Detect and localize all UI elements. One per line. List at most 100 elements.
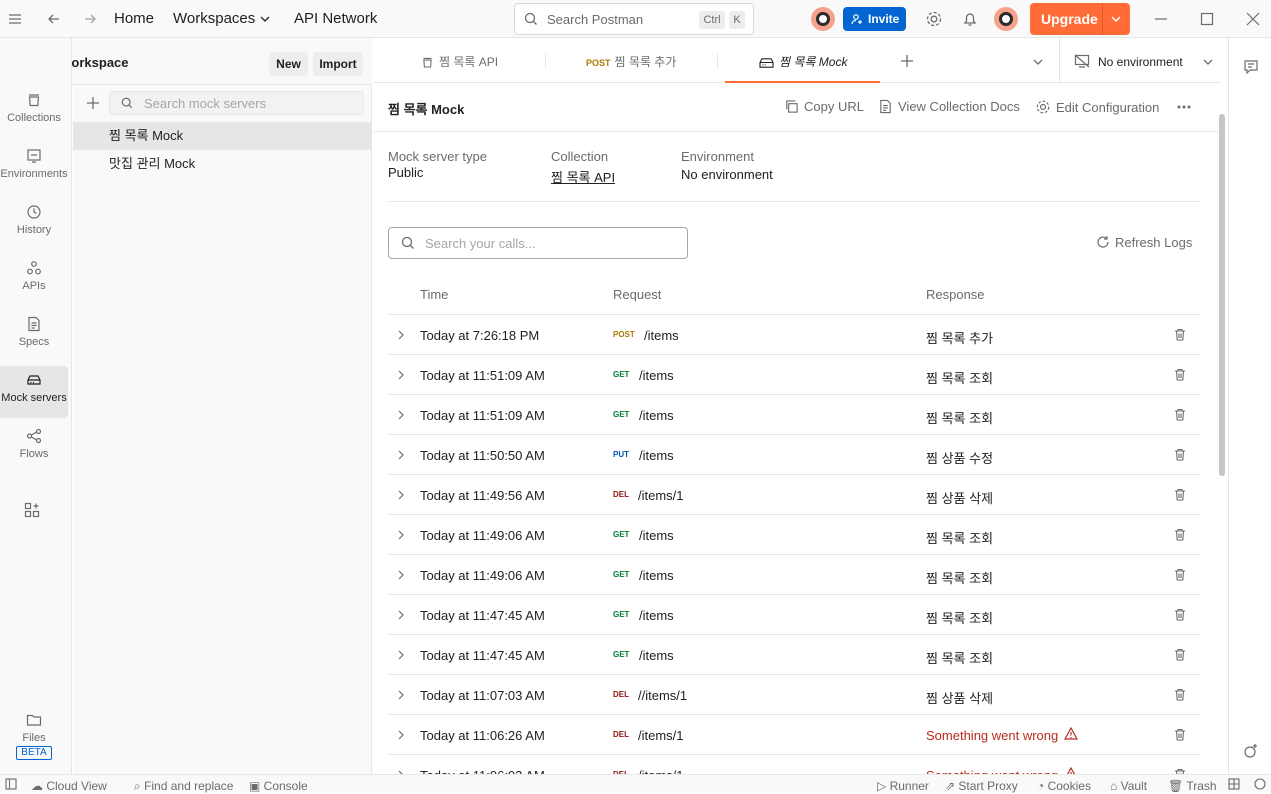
upgrade-chevron-down-icon[interactable] bbox=[1110, 13, 1122, 25]
mock-search-placeholder: Search mock servers bbox=[144, 96, 267, 111]
edit-configuration-button[interactable]: Edit Configuration bbox=[1035, 99, 1159, 115]
more-options-ellipsis-icon[interactable] bbox=[1176, 104, 1192, 110]
row-method: GET bbox=[613, 570, 630, 579]
documentation-comment-icon[interactable] bbox=[1243, 59, 1259, 75]
expand-chevron-right-icon[interactable] bbox=[396, 330, 406, 340]
upgrade-button[interactable]: Upgrade bbox=[1030, 3, 1130, 35]
runner-button[interactable]: ▷ Runner bbox=[877, 779, 929, 793]
toggle-sidebar-icon[interactable] bbox=[5, 778, 17, 790]
nav-environments[interactable]: Environments bbox=[0, 142, 68, 194]
main-scrollbar[interactable] bbox=[1218, 84, 1227, 774]
table-row[interactable]: Today at 11:49:56 AM DEL/items/1 찜 상품 삭제 bbox=[388, 474, 1200, 514]
trash-button[interactable]: 🗑︎ Trash bbox=[1168, 779, 1217, 793]
window-minimize-icon[interactable] bbox=[1153, 11, 1169, 27]
table-row[interactable]: Today at 11:06:26 AM DEL/items/1 Something… bbox=[388, 714, 1200, 754]
copy-url-button[interactable]: Copy URL bbox=[784, 99, 864, 114]
delete-trash-icon[interactable] bbox=[1174, 448, 1186, 461]
sidebar-item-mock-1[interactable]: 찜 목록 Mock bbox=[73, 122, 371, 150]
delete-trash-icon[interactable] bbox=[1174, 688, 1186, 701]
delete-trash-icon[interactable] bbox=[1174, 528, 1186, 541]
delete-trash-icon[interactable] bbox=[1174, 408, 1186, 421]
nav-apis[interactable]: APIs bbox=[0, 254, 68, 306]
expand-chevron-right-icon[interactable] bbox=[396, 730, 406, 740]
table-row[interactable]: Today at 11:47:45 AM GET/items 찜 목록 조회 bbox=[388, 634, 1200, 674]
upgrade-label: Upgrade bbox=[1041, 11, 1098, 27]
configure-sidebar-grid-icon[interactable] bbox=[24, 502, 40, 518]
invite-button[interactable]: Invite bbox=[843, 7, 906, 31]
collection-link[interactable]: 찜 목록 API bbox=[551, 167, 615, 186]
delete-trash-icon[interactable] bbox=[1174, 328, 1186, 341]
table-row[interactable]: Today at 11:51:09 AM GET/items 찜 목록 조회 bbox=[388, 354, 1200, 394]
settings-gear-icon[interactable] bbox=[925, 10, 943, 28]
user-avatar[interactable] bbox=[994, 7, 1018, 31]
table-row[interactable]: Today at 11:51:09 AM GET/items 찜 목록 조회 bbox=[388, 394, 1200, 434]
environment-selector[interactable]: No environment bbox=[1059, 38, 1221, 83]
expand-chevron-right-icon[interactable] bbox=[396, 610, 406, 620]
scrollbar-thumb[interactable] bbox=[1219, 114, 1225, 476]
console-button[interactable]: ▣ Console bbox=[249, 779, 308, 793]
expand-chevron-right-icon[interactable] bbox=[396, 650, 406, 660]
forward-arrow-icon[interactable] bbox=[82, 11, 98, 27]
view-collection-docs-button[interactable]: View Collection Docs bbox=[878, 99, 1020, 114]
delete-trash-icon[interactable] bbox=[1174, 368, 1186, 381]
nav-history[interactable]: History bbox=[0, 198, 68, 250]
refresh-logs-button[interactable]: Refresh Logs bbox=[1096, 235, 1192, 250]
delete-trash-icon[interactable] bbox=[1174, 568, 1186, 581]
vault-button[interactable]: ⌂ Vault bbox=[1110, 779, 1147, 793]
table-row[interactable]: Today at 11:50:50 AM PUT/items 찜 상품 수정 bbox=[388, 434, 1200, 474]
new-tab-plus-icon[interactable] bbox=[900, 54, 914, 68]
expand-chevron-right-icon[interactable] bbox=[396, 490, 406, 500]
nav-home[interactable]: Home bbox=[114, 10, 154, 27]
delete-trash-icon[interactable] bbox=[1174, 728, 1186, 741]
table-row[interactable]: Today at 7:26:18 PM POST/items 찜 목록 추가 bbox=[388, 314, 1200, 354]
cloud-view-button[interactable]: ☁ Cloud View bbox=[31, 779, 107, 793]
nav-specs[interactable]: Specs bbox=[0, 310, 68, 362]
tab-request[interactable]: POST 찜 목록 추가 bbox=[586, 38, 676, 83]
search-icon bbox=[121, 97, 133, 109]
help-question-icon[interactable] bbox=[1254, 778, 1266, 790]
expand-chevron-right-icon[interactable] bbox=[396, 410, 406, 420]
calls-search-input[interactable]: Search your calls... bbox=[388, 227, 688, 259]
expand-chevron-right-icon[interactable] bbox=[396, 450, 406, 460]
menu-icon[interactable] bbox=[7, 11, 23, 27]
table-row[interactable]: Today at 11:47:45 AM GET/items 찜 목록 조회 bbox=[388, 594, 1200, 634]
two-pane-view-icon[interactable] bbox=[1228, 778, 1240, 790]
new-button[interactable]: New bbox=[269, 52, 308, 76]
team-avatar[interactable] bbox=[811, 7, 835, 31]
nav-workspaces[interactable]: Workspaces bbox=[173, 10, 255, 27]
window-maximize-icon[interactable] bbox=[1199, 11, 1215, 27]
delete-trash-icon[interactable] bbox=[1174, 488, 1186, 501]
help-sparkle-icon[interactable] bbox=[1243, 743, 1259, 759]
table-row[interactable]: Today at 11:07:03 AM DEL //items/1 찜 상품 삭제 bbox=[388, 674, 1200, 714]
sidebar-item-mock-2[interactable]: 맛집 관리 Mock bbox=[73, 150, 371, 178]
import-button[interactable]: Import bbox=[313, 52, 363, 76]
table-row[interactable]: Today at 11:06:03 AMDEL/items/1Something… bbox=[388, 754, 1200, 774]
table-row[interactable]: Today at 11:49:06 AM GET/items 찜 목록 조회 bbox=[388, 514, 1200, 554]
delete-trash-icon[interactable] bbox=[1174, 608, 1186, 621]
tabs-dropdown-chevron-icon[interactable] bbox=[1032, 56, 1044, 68]
start-proxy-button[interactable]: ⇗ Start Proxy bbox=[945, 779, 1018, 793]
row-response: 찜 목록 조회 bbox=[926, 371, 994, 386]
notifications-bell-icon[interactable] bbox=[961, 10, 979, 28]
expand-chevron-right-icon[interactable] bbox=[396, 530, 406, 540]
global-search[interactable]: Search Postman Ctrl K bbox=[514, 3, 754, 35]
add-mock-plus-icon[interactable] bbox=[85, 95, 101, 111]
nav-flows[interactable]: Flows bbox=[0, 422, 68, 474]
tab-mock-active[interactable]: 찜 목록 Mock bbox=[725, 38, 880, 83]
tab-collection[interactable]: 찜 목록 API bbox=[421, 38, 498, 83]
expand-chevron-right-icon[interactable] bbox=[396, 570, 406, 580]
nav-collections[interactable]: Collections bbox=[0, 86, 68, 138]
console-label: Console bbox=[263, 779, 308, 793]
cookies-button[interactable]: ◔ Cookies bbox=[1037, 779, 1091, 793]
table-row[interactable]: Today at 11:49:06 AM GET/items 찜 목록 조회 bbox=[388, 554, 1200, 594]
mock-search-input[interactable]: Search mock servers bbox=[109, 91, 364, 115]
expand-chevron-right-icon[interactable] bbox=[396, 690, 406, 700]
nav-api-network[interactable]: API Network bbox=[294, 10, 377, 27]
mock-servers-icon bbox=[27, 375, 41, 385]
nav-files[interactable]: Files BETA bbox=[0, 706, 68, 762]
expand-chevron-right-icon[interactable] bbox=[396, 370, 406, 380]
nav-mock-servers[interactable]: Mock servers bbox=[0, 366, 68, 418]
back-arrow-icon[interactable] bbox=[46, 11, 62, 27]
window-close-icon[interactable] bbox=[1245, 11, 1261, 27]
delete-trash-icon[interactable] bbox=[1174, 648, 1186, 661]
